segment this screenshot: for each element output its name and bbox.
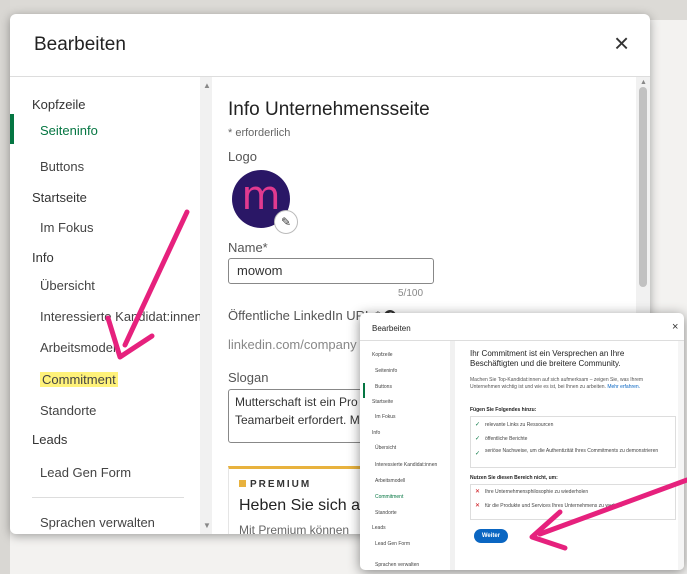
arrow-shaft [122,209,190,348]
arrow-shaft [537,477,687,537]
arrow-to-commitment [105,209,190,360]
arrow-to-weiter [529,477,687,551]
annotation-arrows [105,209,687,551]
